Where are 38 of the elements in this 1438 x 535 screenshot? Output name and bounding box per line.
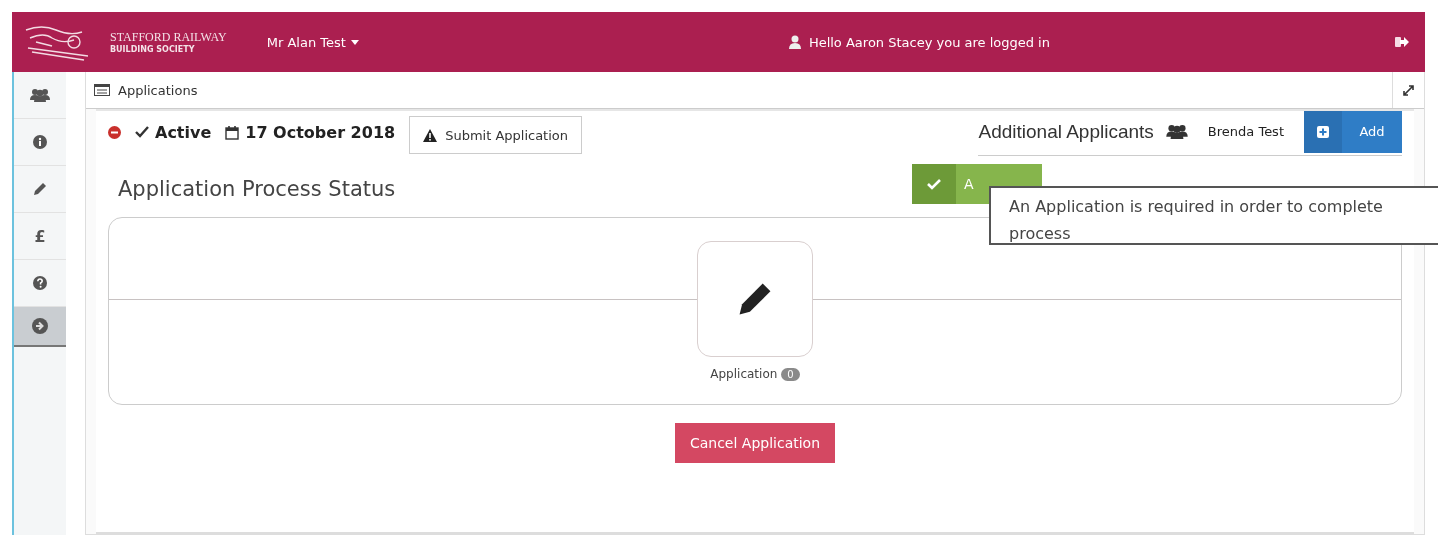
pencil-icon <box>33 182 47 196</box>
list-icon <box>94 84 110 96</box>
expand-icon <box>1403 84 1414 96</box>
warning-icon <box>423 128 438 142</box>
step-tile[interactable] <box>697 241 813 357</box>
caret-icon <box>350 39 359 45</box>
remove-icon[interactable] <box>108 125 121 139</box>
sidebar-item[interactable]: £ <box>14 213 66 260</box>
users-icon <box>1165 124 1188 139</box>
count-badge: 0 <box>781 367 800 381</box>
user-menu[interactable]: Mr Alan Test <box>266 34 359 50</box>
sidebar-item[interactable] <box>14 307 66 347</box>
plus-icon <box>1317 125 1329 138</box>
brand-name: STAFFORD RAILWAY <box>110 30 227 45</box>
date-text: 17 October 2018 <box>245 122 396 142</box>
status-text: Active <box>155 122 212 142</box>
logout-icon[interactable] <box>1395 36 1409 48</box>
info-icon <box>33 135 47 149</box>
users-icon <box>30 88 50 102</box>
pencil-icon <box>737 281 773 317</box>
login-greeting: Hello Aaron Stacey you are logged in <box>808 34 1050 50</box>
check-icon <box>135 126 149 138</box>
calendar-icon <box>225 124 240 140</box>
user-icon <box>788 35 801 49</box>
brand-subtitle: BUILDING SOCIETY <box>110 45 196 54</box>
applicant-name[interactable]: Brenda Test <box>1199 124 1292 139</box>
add-button[interactable]: Add <box>1304 110 1402 153</box>
section-heading: Application Process Status <box>118 177 396 201</box>
cancel-button[interactable]: Cancel Application <box>674 423 836 463</box>
panel-title: Applications <box>118 82 198 98</box>
help-icon <box>33 276 47 290</box>
check-icon <box>927 178 941 190</box>
submit-button[interactable]: Submit Application <box>409 116 583 154</box>
arrow-right-icon <box>32 318 48 334</box>
pound-icon: £ <box>34 226 46 246</box>
step-label: Application <box>710 367 778 381</box>
additional-applicants-label: Additional Applicants <box>978 120 1154 143</box>
tooltip: An Application is required in order to complete process <box>989 186 1438 245</box>
